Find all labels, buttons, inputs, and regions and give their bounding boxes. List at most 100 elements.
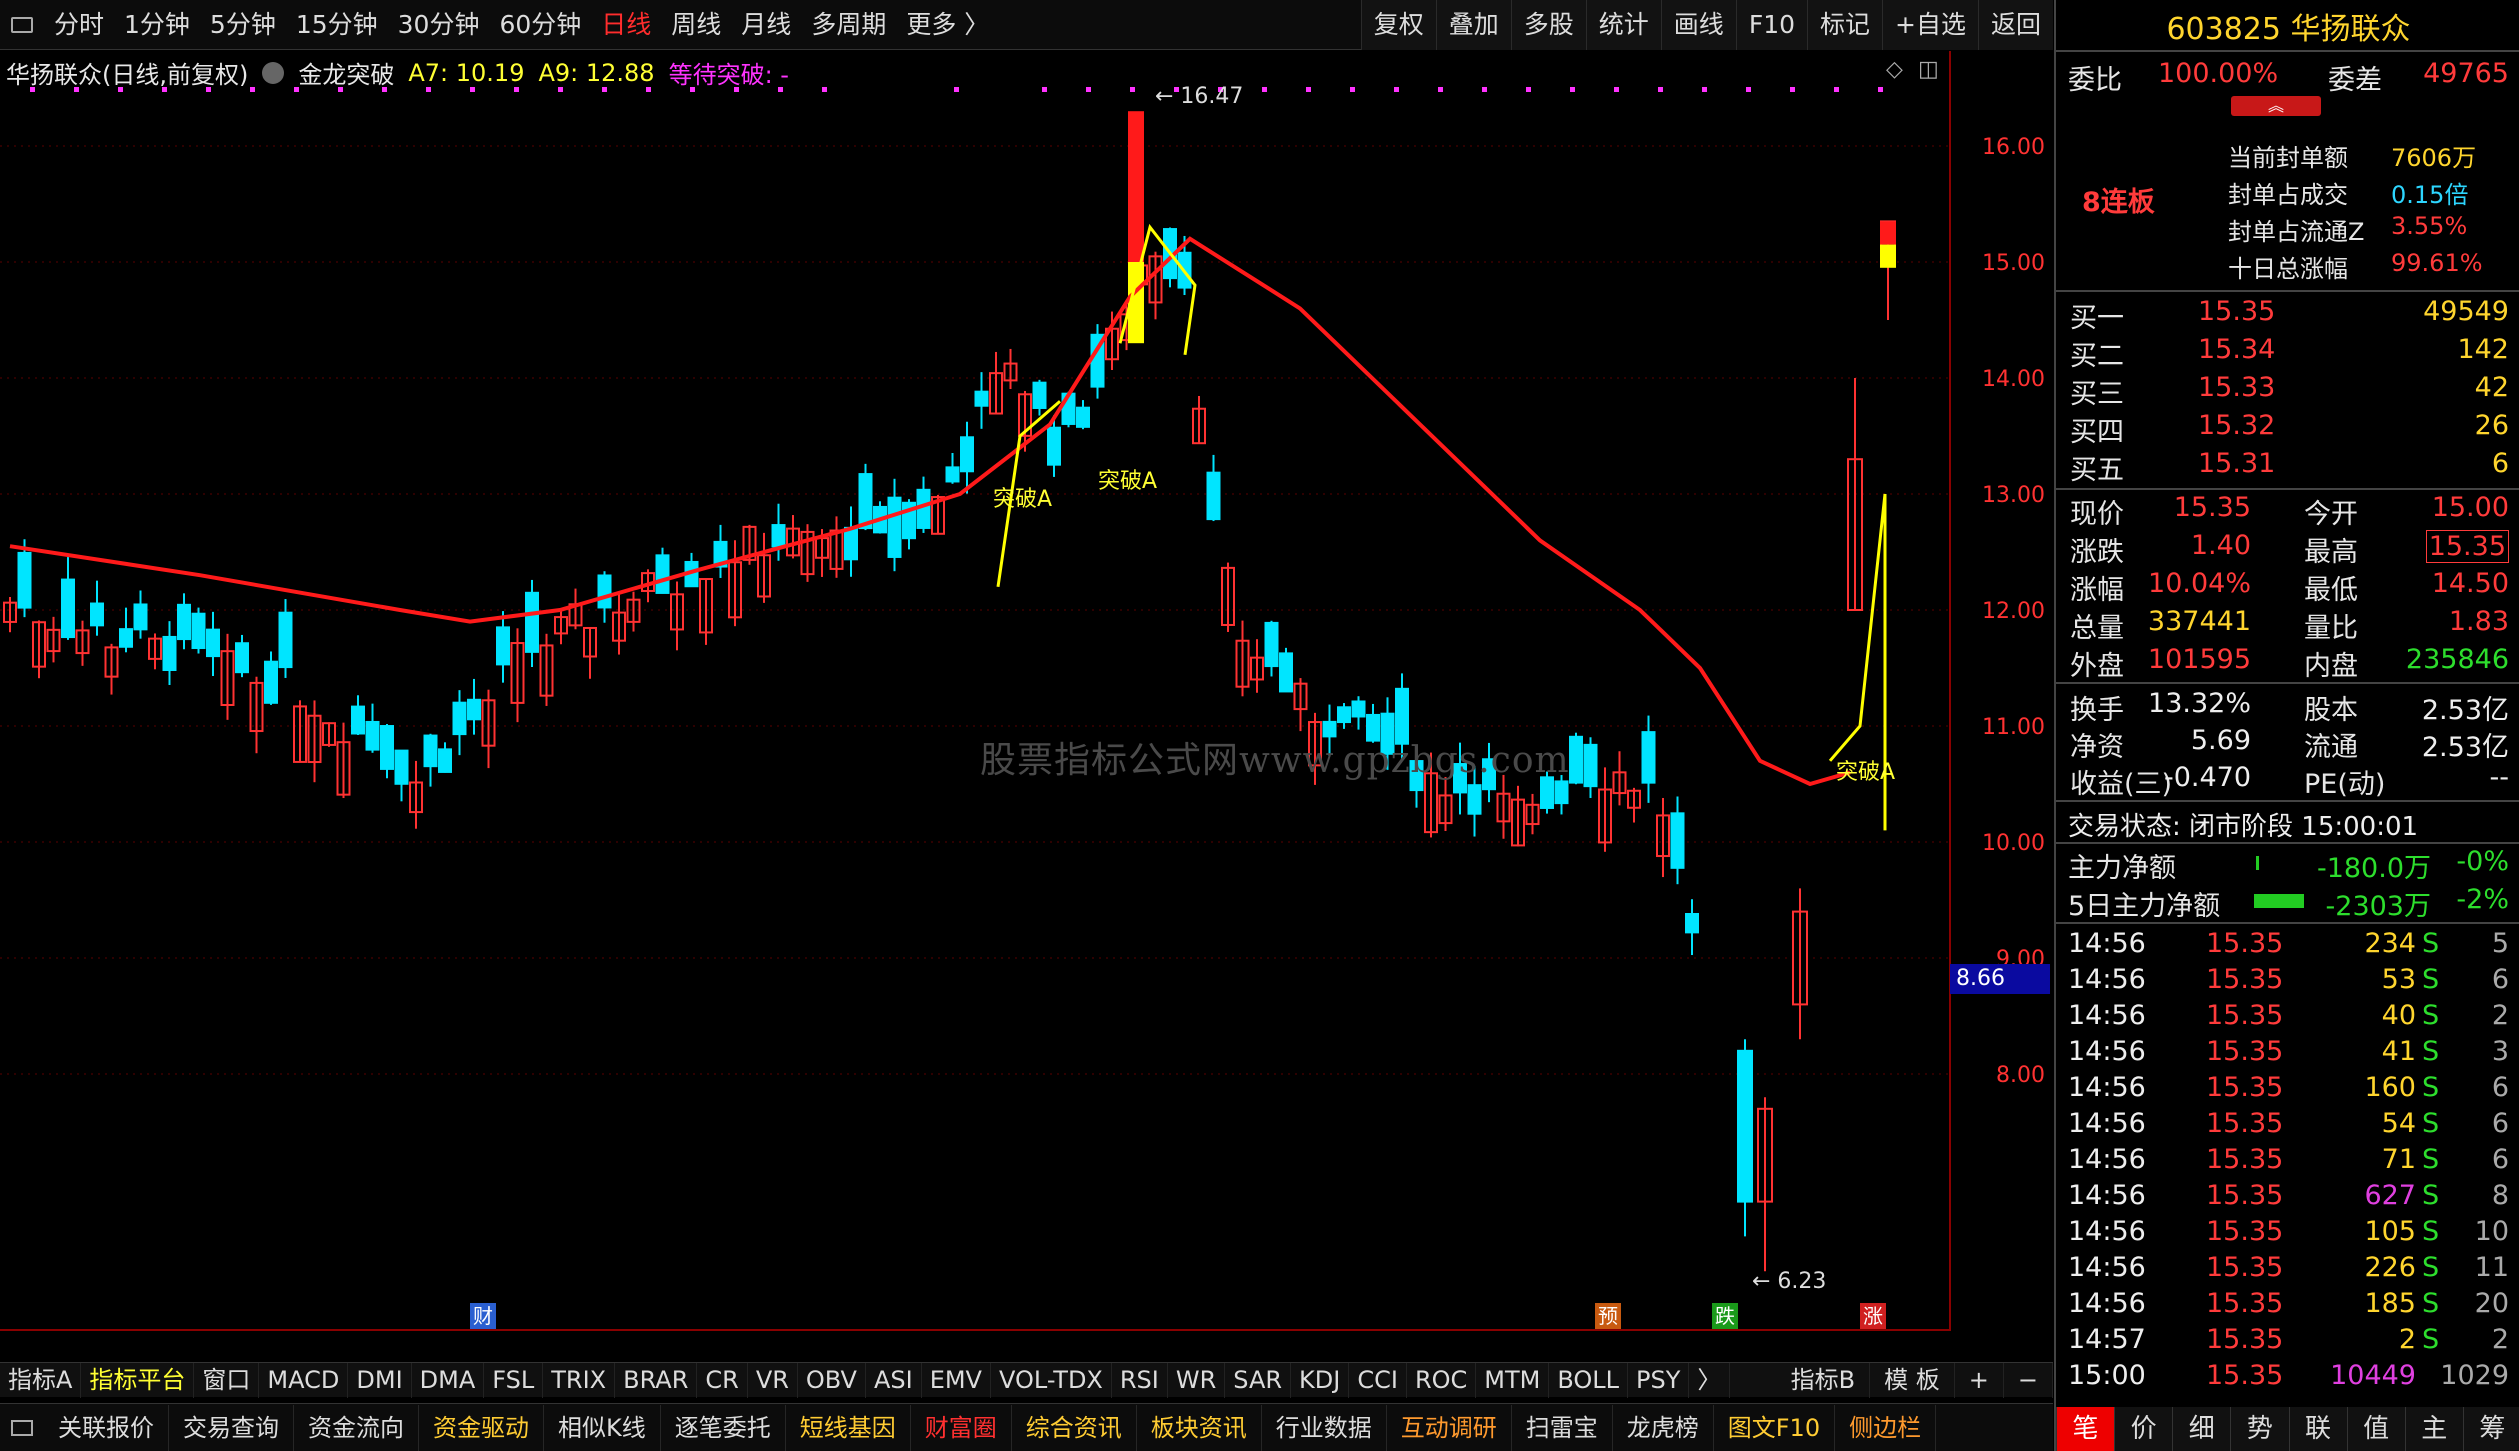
- indicator-tab[interactable]: VR: [748, 1362, 798, 1398]
- panel-tab[interactable]: 值: [2346, 1407, 2405, 1451]
- period-tab[interactable]: 5分钟: [200, 0, 286, 50]
- period-tab[interactable]: 日线: [591, 0, 661, 50]
- tick-count: 10: [2474, 1216, 2509, 1247]
- bid-volume: 6: [2491, 448, 2509, 479]
- function-button[interactable]: 综合资讯: [1012, 1404, 1137, 1451]
- bid-volume: 49549: [2423, 296, 2509, 327]
- fund-label: 净资: [2070, 732, 2124, 763]
- quote-value: 15.00: [2431, 492, 2509, 523]
- panel-tab[interactable]: 联: [2288, 1407, 2347, 1451]
- function-button[interactable]: 互动调研: [1387, 1404, 1512, 1451]
- indicator-tab[interactable]: BRAR: [615, 1362, 698, 1398]
- menu-icon[interactable]: [0, 1419, 44, 1436]
- indicator-tab[interactable]: SAR: [1225, 1362, 1292, 1398]
- toolbar-button[interactable]: 画线: [1660, 0, 1736, 50]
- indicator-tab[interactable]: FSL: [484, 1362, 544, 1398]
- period-tab[interactable]: 60分钟: [489, 0, 591, 50]
- collapse-icon[interactable]: ︽: [2231, 96, 2321, 116]
- indicator-tab[interactable]: KDJ: [1291, 1362, 1350, 1398]
- indicator-tab[interactable]: MTM: [1476, 1362, 1550, 1398]
- indicator-tab[interactable]: DMA: [412, 1362, 485, 1398]
- toolbar-button[interactable]: 返回: [1977, 0, 2053, 50]
- function-button[interactable]: 行业数据: [1262, 1404, 1387, 1451]
- tick-price: 15.35: [2206, 1180, 2284, 1211]
- quote-panel: 603825 华扬联众 委比 100.00% 委差 49765 ︽ 8连板 当前…: [2054, 0, 2519, 1451]
- function-button[interactable]: 关联报价: [44, 1404, 169, 1451]
- tick-volume: 234: [2364, 928, 2416, 959]
- indicator-tab[interactable]: ASI: [866, 1362, 922, 1398]
- signal-dot: [1614, 87, 1619, 92]
- panel-tab[interactable]: 势: [2230, 1407, 2288, 1451]
- panel-tab[interactable]: 筹: [2462, 1407, 2519, 1451]
- fund-label: 收益(三): [2070, 769, 2173, 800]
- period-tab[interactable]: 分时: [44, 0, 114, 50]
- indicator-tab[interactable]: TRIX: [543, 1362, 616, 1398]
- indicator-name[interactable]: 金龙突破: [298, 55, 394, 90]
- panel-tab[interactable]: 价: [2114, 1407, 2172, 1451]
- kline-chart[interactable]: 16.00 15.00 14.00 13.00 12.00 11.00 10.00 9.00 8…: [0, 51, 2053, 1331]
- window-icon[interactable]: [0, 0, 44, 50]
- period-tab[interactable]: 更多 〉: [896, 0, 999, 50]
- tick-price: 15.35: [2206, 1072, 2284, 1103]
- indicator-tab[interactable]: 指标A: [0, 1362, 82, 1398]
- function-button[interactable]: 相似K线: [544, 1404, 661, 1451]
- period-tab[interactable]: 30分钟: [388, 0, 490, 50]
- panel-toggle-icon[interactable]: ◫: [1918, 57, 1939, 82]
- quote-label: 外盘: [2070, 651, 2124, 682]
- indicator-tab[interactable]: EMV: [922, 1362, 991, 1398]
- bid-label: 买四: [2070, 417, 2124, 448]
- panel-tab[interactable]: 主: [2404, 1407, 2463, 1451]
- indicator-tab[interactable]: CCI: [1349, 1362, 1407, 1398]
- function-button[interactable]: 侧边栏: [1835, 1404, 1937, 1451]
- indicator-tab[interactable]: OBV: [798, 1362, 866, 1398]
- indicator-tab[interactable]: BOLL: [1549, 1362, 1629, 1398]
- period-tab[interactable]: 1分钟: [114, 0, 200, 50]
- function-button[interactable]: 图文F10: [1714, 1404, 1836, 1451]
- tick-volume: 2: [2398, 1324, 2416, 1355]
- toolbar-button[interactable]: +自选: [1882, 0, 1978, 50]
- period-tab[interactable]: 月线: [731, 0, 801, 50]
- function-button[interactable]: 龙虎榜: [1613, 1404, 1714, 1451]
- toolbar-button[interactable]: 统计: [1585, 0, 1661, 50]
- panel-tab[interactable]: 细: [2172, 1407, 2230, 1451]
- indicator-tab[interactable]: PSY: [1628, 1362, 1690, 1398]
- function-button[interactable]: 扫雷宝: [1512, 1404, 1613, 1451]
- period-tab[interactable]: 15分钟: [286, 0, 388, 50]
- panel-tab[interactable]: 笔: [2056, 1407, 2115, 1451]
- toolbar-right-buttons: 复权 叠加 多股 统计 画线 F10 标记 +自选 返回: [1360, 0, 2053, 50]
- indicator-tab[interactable]: MACD: [259, 1362, 349, 1398]
- candle-body: [264, 660, 278, 704]
- indicator-tab[interactable]: WR: [1168, 1362, 1226, 1398]
- function-button[interactable]: 逐笔委托: [661, 1404, 786, 1451]
- indicator-tab[interactable]: ROC: [1407, 1362, 1477, 1398]
- indicator-tab[interactable]: VOL-TDX: [991, 1362, 1112, 1398]
- function-button[interactable]: 财富圈: [911, 1404, 1012, 1451]
- function-button[interactable]: 资金驱动: [419, 1404, 544, 1451]
- indicator-right-button[interactable]: −: [2004, 1363, 2053, 1398]
- indicator-settings-icon[interactable]: [262, 61, 285, 84]
- function-button[interactable]: 交易查询: [169, 1404, 294, 1451]
- indicator-tab[interactable]: 〉: [1689, 1362, 1731, 1398]
- toolbar-button[interactable]: 多股: [1510, 0, 1586, 50]
- period-tab[interactable]: 周线: [661, 0, 731, 50]
- indicator-right-button[interactable]: 指标B: [1777, 1363, 1871, 1398]
- indicator-right-button[interactable]: +: [1955, 1363, 2004, 1398]
- indicator-right-button[interactable]: 模 板: [1870, 1363, 1955, 1398]
- period-tab[interactable]: 多周期: [801, 0, 896, 50]
- function-button[interactable]: 资金流向: [294, 1404, 419, 1451]
- toolbar-button[interactable]: 标记: [1807, 0, 1883, 50]
- toolbar-button[interactable]: F10: [1735, 0, 1808, 50]
- indicator-tab[interactable]: RSI: [1112, 1362, 1168, 1398]
- diamond-icon[interactable]: ◇: [1886, 57, 1903, 82]
- indicator-tab[interactable]: DMI: [348, 1362, 412, 1398]
- indicator-tab[interactable]: 窗口: [194, 1362, 260, 1398]
- toolbar-button[interactable]: 复权: [1360, 0, 1436, 50]
- indicator-tab[interactable]: 指标平台: [81, 1362, 195, 1398]
- weibi-label: 委比: [2068, 65, 2122, 96]
- toolbar-button[interactable]: 叠加: [1435, 0, 1511, 50]
- function-button[interactable]: 短线基因: [786, 1404, 911, 1451]
- panel-bottom-tabs: 笔价细势联值主筹: [2056, 1407, 2519, 1451]
- quote-value: 10.04%: [2148, 568, 2251, 599]
- function-button[interactable]: 板块资讯: [1137, 1404, 1262, 1451]
- indicator-tab[interactable]: CR: [697, 1362, 748, 1398]
